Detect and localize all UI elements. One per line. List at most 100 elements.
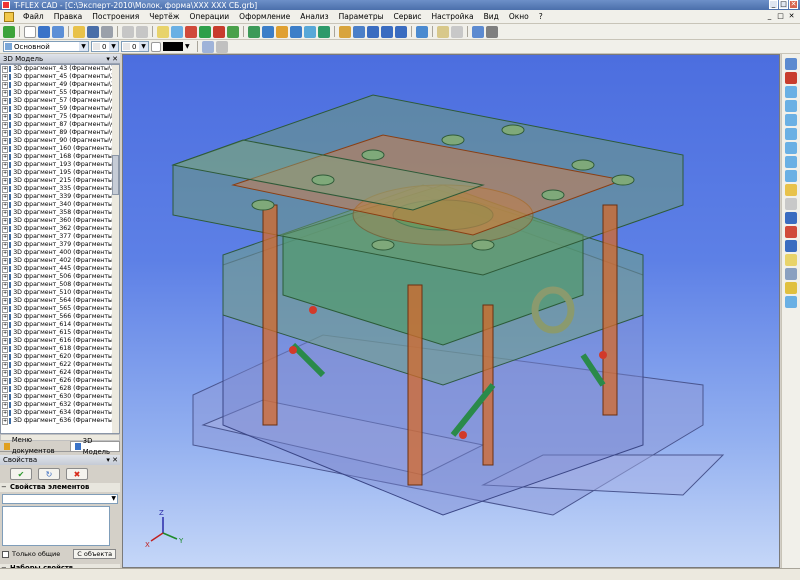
expand-icon[interactable]: + — [2, 249, 9, 257]
tree-item[interactable]: +3D фрагмент_632 (Фрагменты\Фр — [1, 401, 119, 409]
zoom-in-icon[interactable] — [785, 114, 797, 126]
apply-button[interactable]: ✔ — [10, 468, 32, 480]
tree-item[interactable]: +3D фрагмент_510 (Фрагменты\Фр — [1, 289, 119, 297]
expand-icon[interactable]: + — [2, 305, 9, 313]
tree-item[interactable]: +3D фрагмент_195 (Фрагменты\Фр — [1, 169, 119, 177]
expand-icon[interactable]: + — [2, 329, 9, 337]
select-icon[interactable] — [785, 58, 797, 70]
image-icon[interactable] — [437, 25, 449, 38]
panel-controls[interactable]: ▾ ✕ — [106, 455, 118, 465]
expand-icon[interactable]: + — [2, 393, 9, 401]
tree-item[interactable]: +3D фрагмент_508 (Фрагменты\Фр — [1, 281, 119, 289]
width-combo[interactable]: 0 ▼ — [121, 41, 149, 52]
loft-icon[interactable] — [276, 25, 288, 38]
perspective-icon[interactable] — [785, 296, 797, 308]
tree-item[interactable]: +3D фрагмент_564 (Фрагменты\Фр — [1, 297, 119, 305]
tree-item[interactable]: +3D фрагмент_89 (Фрагменты\Фро — [1, 129, 119, 137]
expand-icon[interactable]: + — [2, 313, 9, 321]
expand-icon[interactable]: + — [2, 129, 9, 137]
tree-item[interactable]: +3D фрагмент_445 (Фрагменты\Фр — [1, 265, 119, 273]
tree-item[interactable]: +3D фрагмент_400 (Фрагменты\Фр — [1, 249, 119, 257]
pan-icon[interactable] — [785, 142, 797, 154]
redo-icon[interactable] — [136, 25, 148, 38]
tree-item[interactable]: +3D фрагмент_566 (Фрагменты\Фр — [1, 313, 119, 321]
axis-icon[interactable] — [213, 25, 225, 38]
tree-item[interactable]: +3D фрагмент_215 (Фрагменты\Фр — [1, 177, 119, 185]
refresh-button[interactable]: ↻ — [38, 468, 60, 480]
tree-item[interactable]: +3D фрагмент_622 (Фрагменты\Фр — [1, 361, 119, 369]
tree-item[interactable]: +3D фрагмент_377 (Фрагменты\Фр — [1, 233, 119, 241]
expand-icon[interactable]: + — [2, 193, 9, 201]
grid-icon[interactable] — [216, 40, 228, 53]
tree-item[interactable]: +3D фрагмент_55 (Фрагменты\Фро — [1, 89, 119, 97]
tree-item[interactable]: +3D фрагмент_339 (Фрагменты\Фр — [1, 193, 119, 201]
chevron-down-icon[interactable]: ▼ — [79, 42, 88, 51]
close-button[interactable]: ✕ — [789, 0, 798, 9]
section-view-icon[interactable] — [785, 212, 797, 224]
shell-icon[interactable] — [353, 25, 365, 38]
tree-item[interactable]: +3D фрагмент_43 (Фрагменты\Знак — [1, 65, 119, 73]
menu-parameters[interactable]: Параметры — [334, 12, 389, 21]
link-icon[interactable] — [472, 25, 484, 38]
menu-operations[interactable]: Операции — [185, 12, 235, 21]
expand-icon[interactable]: + — [2, 337, 9, 345]
extrude-icon[interactable] — [248, 25, 260, 38]
zoom-all-icon[interactable] — [785, 100, 797, 112]
chamfer-icon[interactable] — [318, 25, 330, 38]
tree-item[interactable]: +3D фрагмент_620 (Фрагменты\Фр — [1, 353, 119, 361]
shading-icon[interactable] — [785, 184, 797, 196]
new-3d-model-icon[interactable] — [38, 25, 50, 38]
expand-icon[interactable]: + — [2, 417, 9, 425]
chevron-down-icon[interactable]: ▼ — [109, 42, 118, 51]
tree-item[interactable]: +3D фрагмент_87 (Фрагменты\Фро — [1, 121, 119, 129]
expand-icon[interactable]: + — [2, 217, 9, 225]
expand-icon[interactable]: + — [2, 361, 9, 369]
expand-icon[interactable]: + — [2, 353, 9, 361]
expand-icon[interactable]: + — [2, 225, 9, 233]
tree-item[interactable]: +3D фрагмент_379 (Фрагменты\Фр — [1, 241, 119, 249]
tree-item[interactable]: +3D фрагмент_618 (Фрагменты\Фр — [1, 345, 119, 353]
expand-icon[interactable]: + — [2, 233, 9, 241]
maximize-button[interactable]: □ — [779, 0, 788, 9]
expand-icon[interactable]: + — [2, 65, 9, 73]
expand-icon[interactable]: + — [2, 97, 9, 105]
tree-item[interactable]: +3D фрагмент_168 (Фрагменты\Фр — [1, 153, 119, 161]
mdi-close-button[interactable]: ✕ — [787, 12, 796, 21]
zoom-window-icon[interactable] — [785, 86, 797, 98]
panel-controls[interactable]: ▾ ✕ — [106, 54, 118, 64]
magnet-icon[interactable] — [785, 72, 797, 84]
menu-construct[interactable]: Построения — [87, 12, 144, 21]
menu-settings[interactable]: Настройка — [427, 12, 479, 21]
tree-item[interactable]: +3D фрагмент_45 (Фрагменты\Знак — [1, 73, 119, 81]
expand-icon[interactable]: + — [2, 409, 9, 417]
expand-icon[interactable]: + — [2, 161, 9, 169]
hide-icon[interactable] — [785, 226, 797, 238]
scrollbar-thumb[interactable] — [112, 155, 119, 195]
save-icon[interactable] — [87, 25, 99, 38]
mdi-restore-button[interactable]: □ — [776, 12, 785, 21]
expand-icon[interactable]: + — [2, 321, 9, 329]
tree-item[interactable]: +3D фрагмент_57 (Фрагменты\Фро — [1, 97, 119, 105]
show-icon[interactable] — [785, 240, 797, 252]
expand-icon[interactable]: + — [2, 201, 9, 209]
tree-item[interactable]: +3D фрагмент_615 (Фрагменты\Фр — [1, 329, 119, 337]
tree-item[interactable]: +3D фрагмент_634 (Фрагменты\Фр — [1, 409, 119, 417]
expand-icon[interactable]: + — [2, 153, 9, 161]
cancel-button[interactable]: ✖ — [66, 468, 88, 480]
expand-icon[interactable]: + — [2, 385, 9, 393]
expand-icon[interactable]: + — [2, 369, 9, 377]
menu-window[interactable]: Окно — [504, 12, 534, 21]
menu-design[interactable]: Оформление — [234, 12, 295, 21]
rotate-view-icon[interactable] — [785, 156, 797, 168]
measure-icon[interactable] — [486, 25, 498, 38]
menu-edit[interactable]: Правка — [49, 12, 88, 21]
pattern-icon[interactable] — [381, 25, 393, 38]
tree-item[interactable]: +3D фрагмент_335 (Фрагменты\Фр — [1, 185, 119, 193]
boolean-icon[interactable] — [304, 25, 316, 38]
tree-item[interactable]: +3D фрагмент_565 (Фрагменты\Фр — [1, 305, 119, 313]
layer-combo[interactable]: Основной ▼ — [3, 41, 89, 52]
section-element-properties[interactable]: Свойства элементов — [0, 483, 120, 492]
snap-icon[interactable] — [202, 40, 214, 53]
tab-document-menu[interactable]: Меню документов — [0, 436, 70, 455]
expand-icon[interactable]: + — [2, 401, 9, 409]
